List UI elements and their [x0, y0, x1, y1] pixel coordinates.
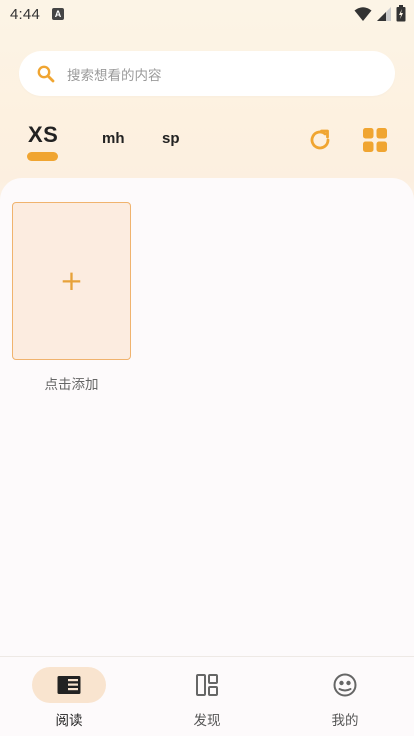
search-icon: [37, 65, 55, 82]
tab-xs[interactable]: XS: [28, 122, 58, 148]
status-bar: 4:44 A: [0, 0, 414, 28]
active-tab-indicator: [27, 152, 58, 161]
book-icon: [57, 676, 81, 694]
nav-label-mine: 我的: [331, 713, 359, 729]
plus-icon: +: [59, 264, 84, 297]
status-icons: [354, 5, 406, 22]
search-input[interactable]: 搜索想看的内容: [19, 51, 395, 96]
profile-icon: [333, 673, 357, 697]
status-time: 4:44: [10, 5, 40, 23]
dashboard-icon: [196, 674, 218, 696]
nav-label-read: 阅读: [55, 713, 83, 729]
add-book-tile[interactable]: +: [12, 202, 131, 360]
category-tabs: XS mh sp: [0, 118, 414, 168]
refresh-icon[interactable]: [306, 126, 334, 154]
nav-item-mine[interactable]: 我的: [276, 657, 414, 736]
search-placeholder: 搜索想看的内容: [67, 67, 162, 84]
wifi-icon: [354, 6, 372, 21]
grid-icon[interactable]: [362, 127, 388, 153]
tab-mh[interactable]: mh: [102, 130, 125, 147]
bookshelf: + 点击添加: [0, 178, 414, 656]
nav-label-discover: 发现: [193, 713, 221, 729]
tab-sp[interactable]: sp: [162, 130, 180, 147]
nav-item-discover[interactable]: 发现: [138, 657, 276, 736]
battery-icon: [396, 5, 406, 22]
notification-icon: A: [52, 8, 64, 20]
signal-icon: [377, 6, 391, 21]
nav-item-read[interactable]: 阅读: [0, 657, 138, 736]
add-book-label: 点击添加: [44, 377, 99, 393]
bottom-navigation: 阅读 发现 我的: [0, 656, 414, 736]
